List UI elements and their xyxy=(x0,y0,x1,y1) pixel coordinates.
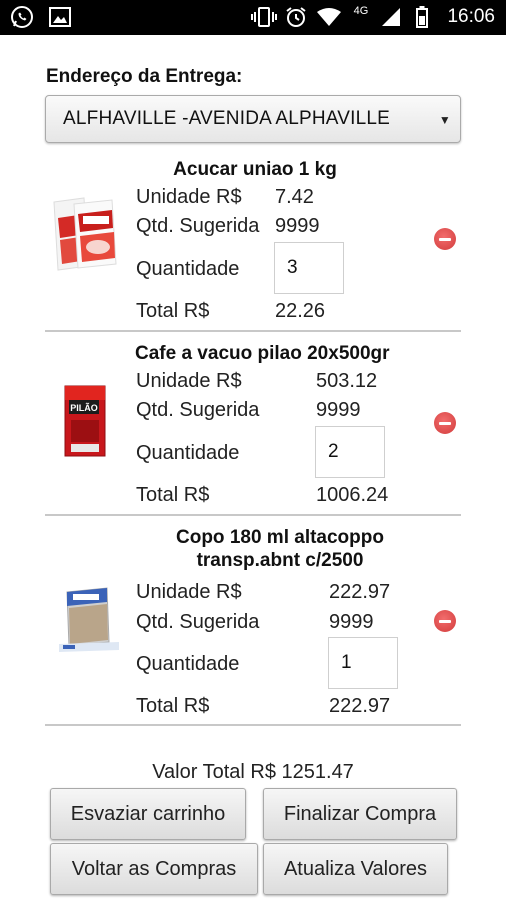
total-value: 222.97 xyxy=(329,695,391,717)
total-value: 22.26 xyxy=(275,300,326,322)
item-name-line2: transp.abnt c/2500 xyxy=(196,550,364,571)
quantity-input[interactable]: 2 xyxy=(315,426,385,478)
update-values-button[interactable]: Atualiza Valores xyxy=(263,843,448,895)
cart-item: Cafe a vacuo pilao 20x500gr PILÃO Unidad… xyxy=(45,334,461,518)
cart-item: Acucar uniao 1 kg Unidade R$ 7.42 Qtd. S… xyxy=(45,150,461,334)
unit-price-value: 7.42 xyxy=(275,186,314,208)
remove-item-icon[interactable] xyxy=(434,412,456,434)
total-label: Total R$ xyxy=(136,484,210,506)
quantity-label: Quantidade xyxy=(136,653,240,675)
remove-item-icon[interactable] xyxy=(434,228,456,250)
quantity-label: Quantidade xyxy=(136,258,240,280)
item-name: Copo 180 ml altacoppo transp.abnt c/2500 xyxy=(115,526,445,572)
quantity-input[interactable]: 1 xyxy=(328,637,398,689)
clock: 16:06 xyxy=(447,6,495,27)
signal-icon xyxy=(380,5,402,29)
quantity-input[interactable]: 3 xyxy=(274,242,344,294)
divider xyxy=(45,330,461,332)
alarm-icon xyxy=(284,5,308,29)
remove-item-icon[interactable] xyxy=(434,610,456,632)
vibrate-icon xyxy=(251,5,277,29)
total-label: Total R$ xyxy=(136,300,210,322)
total-label: Total R$ xyxy=(136,695,210,717)
coffee-package-icon: PILÃO xyxy=(63,384,109,463)
image-icon xyxy=(48,5,72,29)
cart-item: Copo 180 ml altacoppo transp.abnt c/2500… xyxy=(45,518,461,730)
whatsapp-icon xyxy=(9,5,35,29)
total-value: 1006.24 xyxy=(316,484,389,506)
suggested-qty-value: 9999 xyxy=(329,611,374,633)
suggested-qty-value: 9999 xyxy=(316,399,361,421)
address-select-value: ALFHAVILLE -AVENIDA ALPHAVILLE xyxy=(63,108,391,129)
back-to-shopping-button[interactable]: Voltar as Compras xyxy=(50,843,258,895)
grand-total: Valor Total R$ 1251.47 xyxy=(152,761,354,783)
divider xyxy=(45,514,461,516)
suggested-qty-label: Qtd. Sugerida xyxy=(136,215,260,237)
suggested-qty-value: 9999 xyxy=(275,215,320,237)
suggested-qty-label: Qtd. Sugerida xyxy=(136,399,260,421)
suggested-qty-label: Qtd. Sugerida xyxy=(136,611,260,633)
wifi-icon xyxy=(316,5,342,29)
unit-price-label: Unidade R$ xyxy=(136,186,242,208)
svg-text:PILÃO: PILÃO xyxy=(70,403,98,413)
unit-price-value: 503.12 xyxy=(316,370,378,392)
unit-price-label: Unidade R$ xyxy=(136,370,242,392)
network-type: 4G xyxy=(353,5,369,17)
status-bar: 4G 16:06 xyxy=(0,0,506,35)
item-name: Acucar uniao 1 kg xyxy=(173,159,337,180)
address-label: Endereço da Entrega: xyxy=(46,66,243,87)
divider xyxy=(45,724,461,726)
unit-price-label: Unidade R$ xyxy=(136,581,242,603)
item-name-line1: Copo 180 ml altacoppo xyxy=(176,527,384,548)
item-name: Cafe a vacuo pilao 20x500gr xyxy=(135,343,390,364)
checkout-button[interactable]: Finalizar Compra xyxy=(263,788,457,840)
cups-box-icon xyxy=(57,584,121,659)
unit-price-value: 222.97 xyxy=(329,581,391,603)
empty-cart-button[interactable]: Esvaziar carrinho xyxy=(50,788,246,840)
dropdown-caret-icon: ▼ xyxy=(438,113,451,127)
battery-icon xyxy=(414,5,430,29)
sugar-package-icon xyxy=(50,194,122,277)
address-select[interactable]: ALFHAVILLE -AVENIDA ALPHAVILLE ▼ xyxy=(45,95,461,143)
quantity-label: Quantidade xyxy=(136,442,240,464)
